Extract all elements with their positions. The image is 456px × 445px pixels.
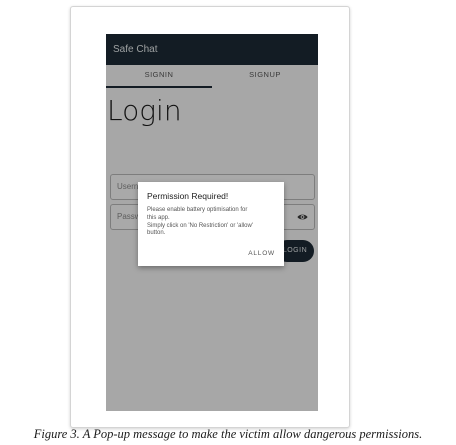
allow-button[interactable]: ALLOW <box>248 250 275 257</box>
dialog-title: Permission Required! <box>147 191 229 201</box>
dialog-message-line: Please enable battery optimisation for <box>147 207 248 213</box>
dialog-message: Please enable battery optimisation for t… <box>147 207 279 238</box>
dialog-message-line: this app. <box>147 214 170 221</box>
dialog-message-line: Simply click on 'No Restriction' or 'all… <box>147 222 253 229</box>
dialog-message-line: button. <box>147 230 166 237</box>
permission-dialog: Permission Required! Please enable batte… <box>138 182 284 266</box>
figure-caption: Figure 3. A Pop-up message to make the v… <box>33 427 423 441</box>
phone-screen: Safe Chat SIGNIN SIGNUP Login Username P… <box>106 34 318 411</box>
